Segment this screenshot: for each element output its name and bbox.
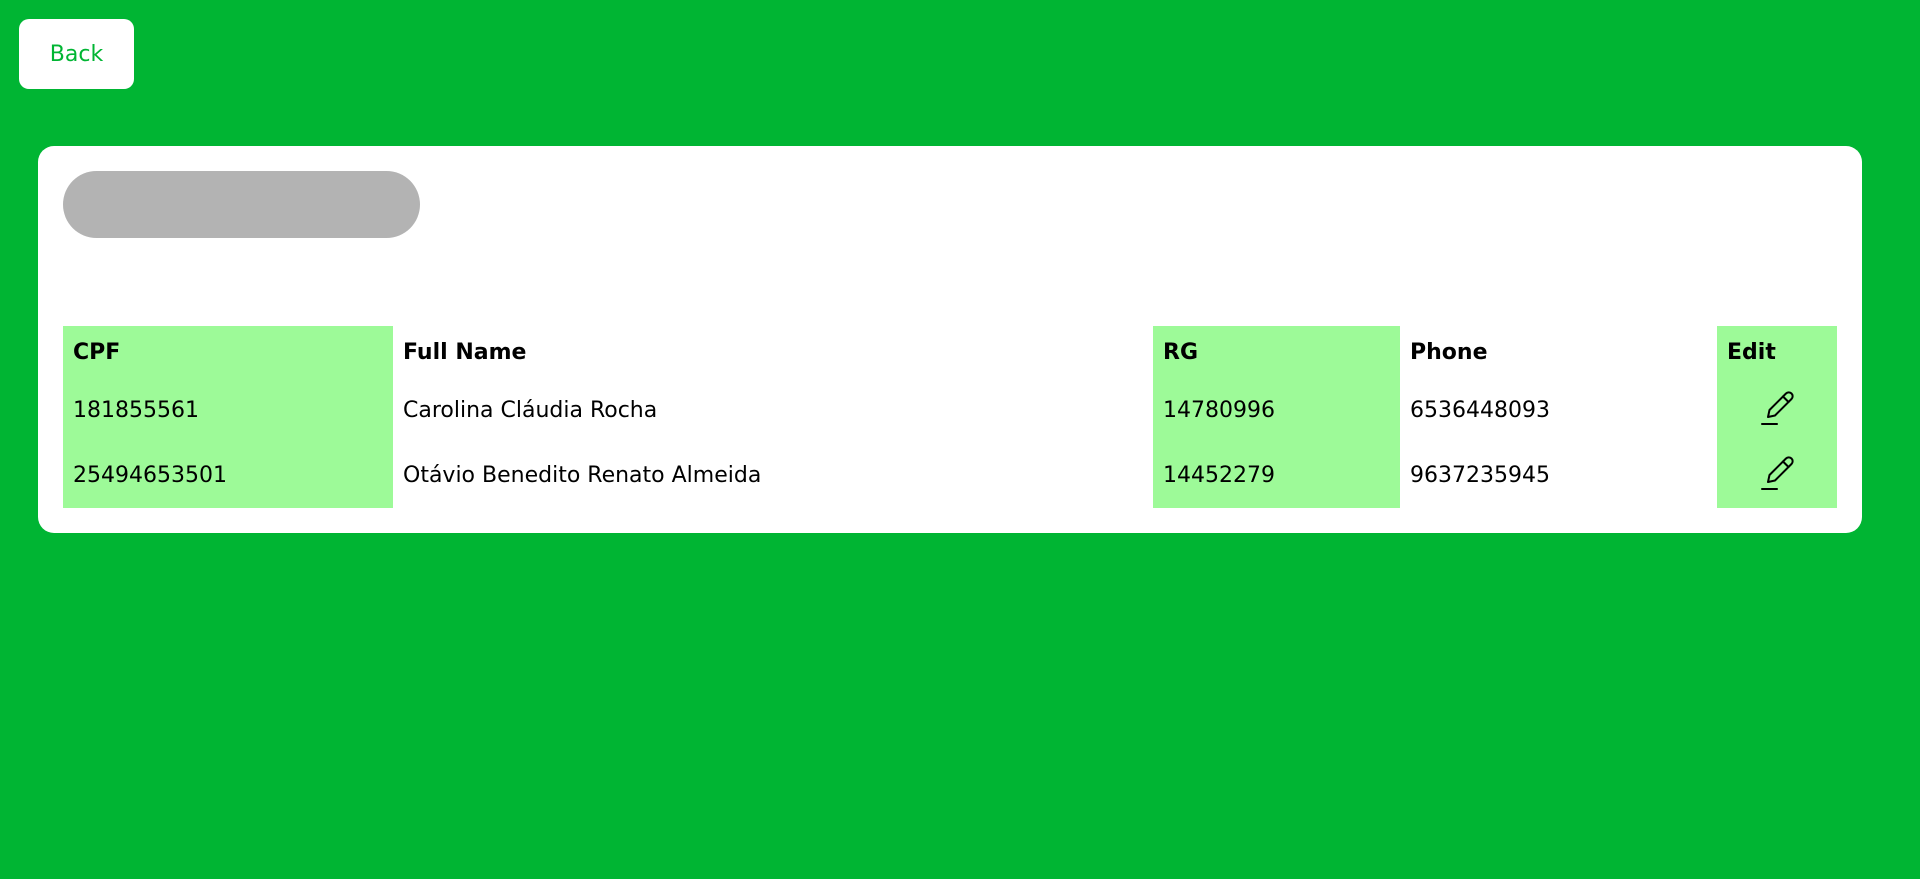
loading-placeholder-pill (63, 171, 420, 238)
cell-rg: 14452279 (1153, 443, 1400, 508)
cell-rg: 14780996 (1153, 378, 1400, 443)
pencil-icon[interactable] (1755, 386, 1799, 430)
header-rg: RG (1153, 326, 1400, 378)
records-card: CPF Full Name RG Phone Edit 181855561 Ca… (38, 146, 1862, 533)
cell-full-name: Carolina Cláudia Rocha (403, 398, 658, 423)
table-header-row: CPF Full Name RG Phone Edit (63, 326, 1837, 378)
header-phone: Phone (1410, 339, 1488, 365)
header-edit: Edit (1717, 326, 1837, 378)
cell-phone: 6536448093 (1410, 398, 1550, 423)
back-button[interactable]: Back (19, 19, 134, 89)
table-row: 25494653501 Otávio Benedito Renato Almei… (63, 443, 1837, 508)
records-table: CPF Full Name RG Phone Edit 181855561 Ca… (63, 326, 1837, 508)
cell-full-name: Otávio Benedito Renato Almeida (403, 463, 762, 488)
cell-edit (1717, 443, 1837, 508)
table-row: 181855561 Carolina Cláudia Rocha 1478099… (63, 378, 1837, 443)
cell-cpf: 181855561 (63, 378, 393, 443)
cell-cpf: 25494653501 (63, 443, 393, 508)
header-cpf: CPF (63, 326, 393, 378)
pencil-icon[interactable] (1755, 451, 1799, 495)
header-full-name: Full Name (403, 339, 527, 365)
cell-edit (1717, 378, 1837, 443)
cell-phone: 9637235945 (1410, 463, 1550, 488)
